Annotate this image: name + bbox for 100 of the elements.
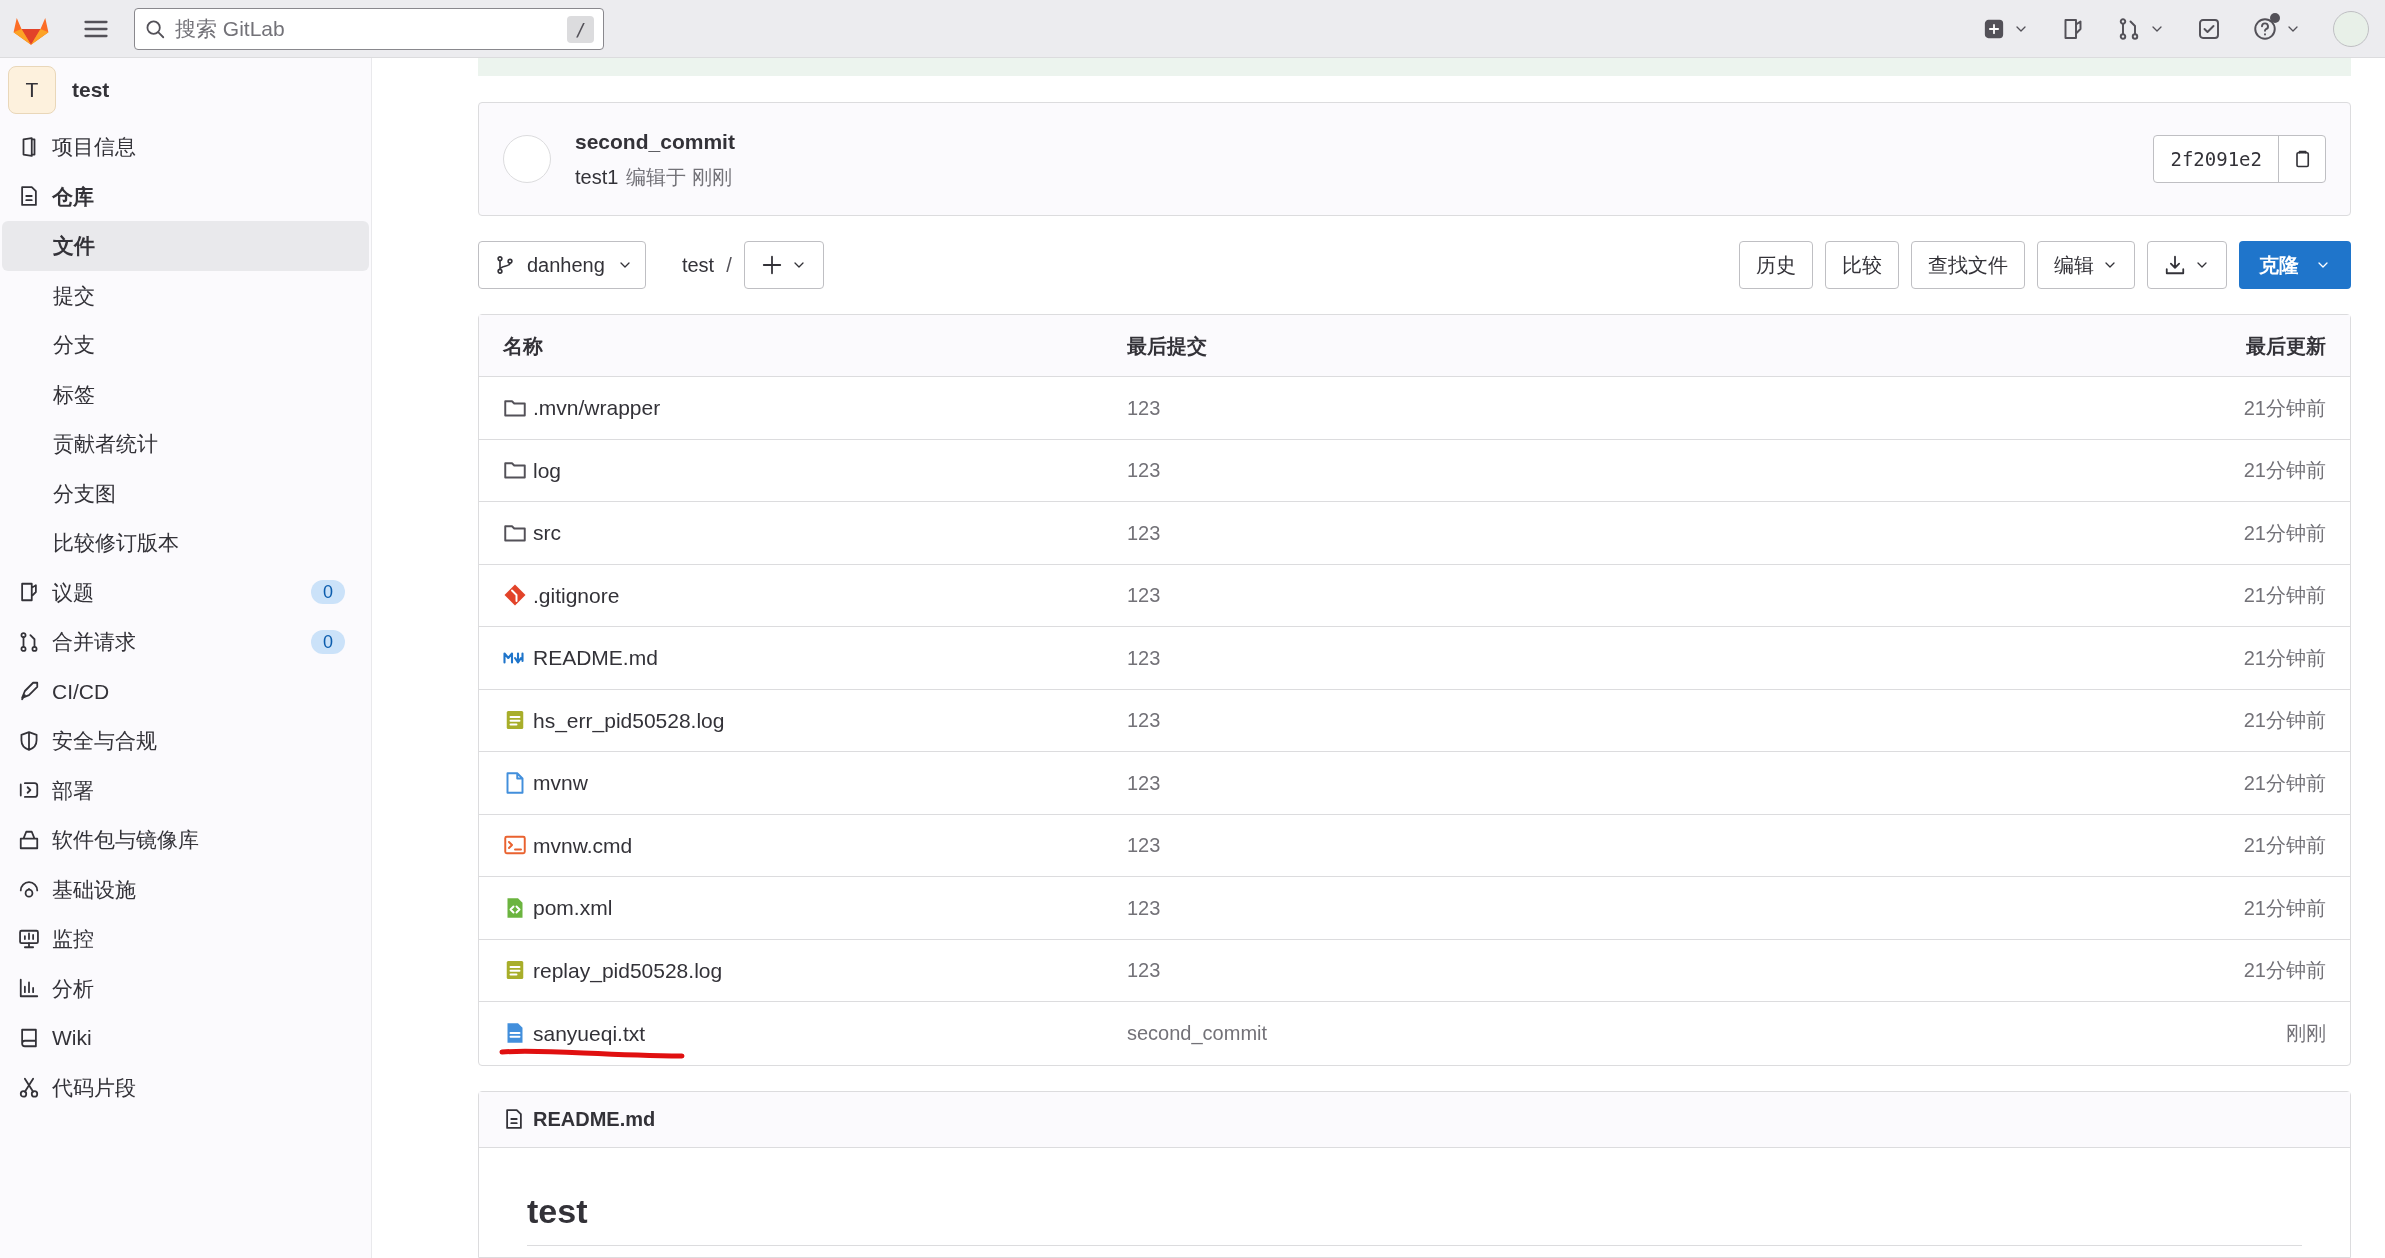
nav-label: CI/CD: [52, 678, 111, 705]
nav-subitem[interactable]: 贡献者统计: [2, 419, 369, 469]
breadcrumb-link[interactable]: test: [681, 250, 715, 280]
nav-label: 安全与合规: [52, 728, 158, 754]
commit-message[interactable]: 123: [1127, 517, 2244, 548]
sidebar-item[interactable]: 部署: [4, 765, 367, 815]
nav-subitem[interactable]: 比较修订版本: [2, 518, 369, 568]
nav-label: 合并请求: [52, 629, 137, 655]
nav-label: 议题: [52, 579, 95, 606]
file-link[interactable]: sanyueqi.txt: [533, 1017, 646, 1049]
sidebar-item[interactable]: 仓库: [4, 171, 367, 221]
commit-message[interactable]: 123: [1127, 892, 2244, 923]
toolbar-button[interactable]: 编辑: [2037, 241, 2135, 289]
file-row[interactable]: .gitignore 123 21分钟前: [479, 564, 2350, 627]
commit-message[interactable]: second_commit: [1127, 1018, 2286, 1049]
nav-label: 部署: [52, 777, 95, 804]
file-link[interactable]: hs_err_pid50528.log: [533, 704, 725, 736]
sidebar-item[interactable]: 分析: [4, 963, 367, 1013]
file-row[interactable]: src 123 21分钟前: [479, 502, 2350, 565]
nav-label: 监控: [52, 926, 95, 952]
file-link[interactable]: log: [533, 454, 562, 486]
nav-label: Wiki: [52, 1025, 93, 1051]
commit-message[interactable]: 123: [1127, 642, 2244, 673]
plus-icon: [760, 254, 783, 276]
nav-icon: [18, 927, 40, 950]
last-updated: 21分钟前: [2243, 708, 2326, 734]
commit-message[interactable]: 123: [1127, 955, 2244, 986]
nav-subitem[interactable]: 文件: [2, 221, 369, 271]
commit-message[interactable]: 123: [1127, 580, 2244, 611]
nav-subitem[interactable]: 标签: [2, 369, 369, 419]
file-link[interactable]: pom.xml: [533, 892, 613, 924]
nav-icon: [18, 1026, 40, 1049]
file-row[interactable]: .mvn/wrapper 123 21分钟前: [479, 377, 2350, 440]
file-row[interactable]: pom.xml 123 21分钟前: [479, 877, 2350, 940]
sidebar-item[interactable]: 软件包与镜像库: [4, 815, 367, 865]
branch-dropdown[interactable]: danheng: [478, 241, 646, 289]
last-updated: 21分钟前: [2243, 395, 2326, 421]
last-updated: 21分钟前: [2243, 645, 2326, 671]
count-badge: 0: [311, 629, 345, 654]
commit-message[interactable]: 123: [1127, 455, 2244, 486]
nav-icon: [18, 828, 40, 851]
nav-label: 仓库: [52, 183, 95, 210]
file-link[interactable]: mvnw.cmd: [533, 829, 633, 861]
nav-label: 分析: [52, 975, 95, 1002]
commit-message[interactable]: 123: [1127, 830, 2244, 861]
toolbar-button[interactable]: 查找文件: [1911, 241, 2025, 289]
last-updated: 21分钟前: [2243, 770, 2326, 796]
sidebar-item[interactable]: 议题 0: [4, 567, 367, 617]
sidebar-item[interactable]: CI/CD: [4, 666, 367, 716]
sidebar-item[interactable]: 合并请求 0: [4, 617, 367, 667]
nav-label: 项目信息: [52, 134, 137, 160]
help-icon: [2253, 16, 2277, 41]
file-icon: [503, 1108, 525, 1130]
download-icon: [2164, 254, 2186, 276]
toolbar-button[interactable]: 历史: [1739, 241, 1813, 289]
file-link[interactable]: mvnw: [533, 767, 588, 799]
breadcrumb-separator: /: [726, 253, 732, 278]
file-row[interactable]: mvnw.cmd 123 21分钟前: [479, 814, 2350, 877]
nav-icon: [18, 977, 40, 1000]
nav-subitem[interactable]: 分支: [2, 320, 369, 370]
file-link[interactable]: src: [533, 517, 561, 549]
sidebar-item[interactable]: 项目信息: [4, 122, 367, 172]
nav-subitem[interactable]: 提交: [2, 270, 369, 320]
todo-icon: [2197, 16, 2221, 41]
file-link[interactable]: README.md: [533, 642, 658, 674]
commit-message[interactable]: 123: [1127, 705, 2244, 736]
commit-time: 编辑于 刚刚: [626, 164, 732, 190]
toolbar-button[interactable]: 比较: [1825, 241, 1899, 289]
clone-button[interactable]: 克隆: [2239, 241, 2351, 289]
commit-message[interactable]: 123: [1127, 767, 2244, 798]
file-icon: [503, 583, 527, 608]
plus-square-icon: [1983, 17, 2005, 40]
count-badge: 0: [311, 580, 345, 605]
commit-message[interactable]: 123: [1127, 392, 2244, 423]
file-link[interactable]: .mvn/wrapper: [533, 392, 661, 424]
readme-filename[interactable]: README.md: [533, 1104, 656, 1134]
sidebar-item[interactable]: 监控: [4, 914, 367, 964]
last-updated: 21分钟前: [2243, 520, 2326, 546]
project-name[interactable]: test: [72, 74, 110, 106]
file-row[interactable]: sanyueqi.txt second_commit 刚刚: [479, 1002, 2350, 1065]
commit-title[interactable]: second_commit: [575, 126, 2130, 158]
nav-icon: [18, 680, 40, 703]
nav-subitem[interactable]: 分支图: [2, 468, 369, 518]
sidebar-item[interactable]: 代码片段: [4, 1062, 367, 1112]
file-row[interactable]: hs_err_pid50528.log 123 21分钟前: [479, 689, 2350, 752]
file-row[interactable]: log 123 21分钟前: [479, 439, 2350, 502]
file-row[interactable]: replay_pid50528.log 123 21分钟前: [479, 939, 2350, 1002]
commit-sha: 2f2091e2: [2154, 136, 2279, 182]
file-link[interactable]: replay_pid50528.log: [533, 954, 723, 986]
avatar: [503, 135, 551, 183]
commit-author[interactable]: test1: [575, 161, 619, 192]
file-row[interactable]: mvnw 123 21分钟前: [479, 752, 2350, 815]
sidebar-item[interactable]: 安全与合规: [4, 716, 367, 766]
sidebar-item[interactable]: 基础设施: [4, 864, 367, 914]
column-header: 最后更新: [2246, 333, 2326, 359]
project-avatar: T: [8, 66, 56, 114]
file-link[interactable]: .gitignore: [533, 579, 620, 611]
sidebar-item[interactable]: Wiki: [4, 1013, 367, 1063]
download-dropdown[interactable]: [2147, 241, 2227, 289]
file-row[interactable]: README.md 123 21分钟前: [479, 627, 2350, 690]
